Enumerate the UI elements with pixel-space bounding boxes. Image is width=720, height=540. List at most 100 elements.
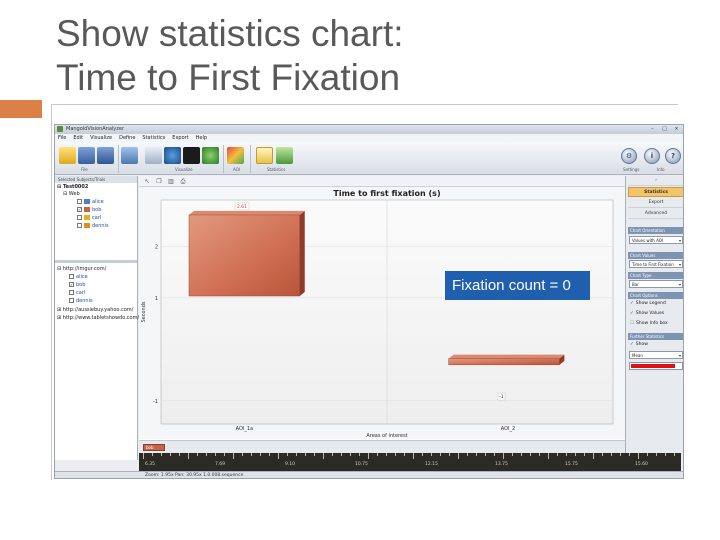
tree-url1-bob[interactable]: ✓ bob (69, 282, 85, 288)
area-chart-icon[interactable] (276, 147, 293, 164)
tab-export[interactable]: Export (628, 198, 683, 208)
timeline-tick (530, 453, 531, 456)
open-folder-icon[interactable] (59, 147, 76, 164)
x-axis-label: Areas of interest (366, 433, 407, 439)
ribbon-group-info: Info (657, 167, 665, 172)
tree-group[interactable]: ⊟ Web (63, 191, 80, 197)
timeline-tick (512, 453, 513, 456)
tab-statistics[interactable]: Statistics (628, 187, 683, 197)
checkbox[interactable] (77, 223, 82, 228)
color-swatch (84, 223, 90, 228)
checkbox[interactable] (69, 290, 74, 295)
info-icon[interactable]: i (644, 148, 660, 164)
timeline-tick (278, 453, 279, 459)
timeline-tick (404, 453, 405, 456)
close-button[interactable]: × (672, 126, 681, 132)
type-select[interactable]: Bar (629, 280, 683, 288)
tree-item-dennis[interactable]: dennis (77, 223, 109, 229)
timeline-tick (638, 453, 639, 459)
show-legend-option[interactable]: ✓ Show Legend (630, 301, 666, 307)
columns-icon[interactable]: ▥ (167, 178, 175, 185)
minimize-button[interactable]: – (648, 126, 657, 132)
chart-title: Time to first fixation (s) (333, 189, 440, 198)
menu-define[interactable]: Define (119, 134, 135, 142)
checkmark-icon[interactable]: ✓ (630, 342, 634, 347)
menu-file[interactable]: File (58, 134, 66, 142)
grid-icon[interactable] (145, 147, 162, 164)
slide-title: Show statistics chart: Time to First Fix… (56, 12, 656, 100)
legend-item-bob[interactable]: bob (143, 444, 165, 451)
menu-export[interactable]: Export (172, 134, 188, 142)
tab-collapse[interactable]: › (628, 176, 683, 186)
checkbox[interactable] (69, 298, 74, 303)
checkbox-empty-icon[interactable]: ☐ (630, 321, 634, 326)
tree-url-1[interactable]: ⊟ http://imgur.com/ (57, 266, 106, 272)
tree-item-alice[interactable]: alice (77, 199, 104, 205)
help-icon[interactable]: ? (665, 148, 681, 164)
timeline-ruler[interactable]: 6.35 7.69 9.10 10.75 12.15 13.75 15.75 15.60 (139, 453, 681, 471)
save-icon[interactable] (78, 147, 95, 164)
bar-top (448, 354, 565, 359)
timeline-tick (152, 453, 153, 456)
timeline-tick (539, 453, 540, 456)
checkbox-checked[interactable]: ✓ (77, 207, 82, 212)
aoi-icon[interactable] (227, 147, 244, 164)
settings-gear-icon[interactable]: ⚙ (621, 148, 637, 164)
timeline-label: 15.75 (565, 462, 578, 467)
chart-area: ↖ ❐ ▥ ⎙ Time to first fixation (s) 2 1 -1 Ar… (139, 176, 625, 440)
timeline-tick (395, 453, 396, 456)
checkbox[interactable] (69, 274, 74, 279)
orientation-select[interactable]: Values with AOI (629, 236, 683, 244)
show-values-option[interactable]: ✓ Show Values (630, 311, 664, 317)
tree-url1-dennis[interactable]: dennis (69, 298, 93, 304)
checkbox-checked[interactable]: ✓ (69, 282, 74, 287)
tree-item-carl[interactable]: carl (77, 215, 101, 221)
checkmark-icon[interactable]: ✓ (630, 301, 634, 306)
tree-item-bob[interactable]: ✓ bob (77, 207, 101, 213)
values-select[interactable]: Time to First Fixation (629, 260, 683, 268)
screen-icon[interactable] (121, 147, 138, 164)
timeline-tick (368, 453, 369, 459)
timeline-label: 10.75 (355, 462, 368, 467)
tab-advanced[interactable]: Advanced (628, 209, 683, 219)
checkbox[interactable] (77, 215, 82, 220)
timeline-tick (647, 453, 648, 456)
print-icon[interactable]: ⎙ (179, 178, 187, 185)
focus-map-icon[interactable] (164, 147, 181, 164)
statistics-chart-icon[interactable] (256, 147, 273, 164)
menu-help[interactable]: Help (196, 134, 207, 142)
show-info-box-option[interactable]: ☐ Show Info box (630, 321, 668, 327)
app-logo-icon (57, 126, 63, 132)
timeline-tick (575, 453, 576, 456)
panel-splitter[interactable] (55, 260, 137, 263)
timeline-tick (179, 453, 180, 456)
type-header: Chart Type (628, 272, 683, 279)
timeline-tick (494, 453, 495, 456)
ribbon-separator (250, 145, 251, 173)
copy-icon[interactable]: ❐ (155, 178, 163, 185)
tree-url-3[interactable]: ⊞ http://www.tabletshowdo.com/ (57, 315, 139, 321)
timeline-tick (332, 453, 333, 456)
tree-url-2[interactable]: ⊞ http://aussiebuy.yahoo.com/ (57, 307, 133, 313)
menu-visualize[interactable]: Visualize (90, 134, 112, 142)
save-as-icon[interactable] (97, 147, 114, 164)
timeline-tick (314, 453, 315, 456)
menu-edit[interactable]: Edit (73, 134, 83, 142)
heatmap-icon[interactable] (183, 147, 200, 164)
checkmark-icon[interactable]: ✓ (630, 311, 634, 316)
tree-url1-alice[interactable]: alice (69, 274, 88, 280)
gaze-plot-icon[interactable] (202, 147, 219, 164)
color-swatch (84, 215, 90, 220)
menu-statistics[interactable]: Statistics (142, 134, 165, 142)
maximize-button[interactable]: □ (660, 126, 669, 132)
pointer-icon[interactable]: ↖ (143, 178, 151, 185)
tree-url1-carl[interactable]: carl (69, 290, 85, 296)
window-controls: – □ × (648, 126, 681, 132)
timeline-tick (251, 453, 252, 456)
show-further-option[interactable]: ✓ Show (630, 342, 648, 348)
checkbox[interactable] (77, 199, 82, 204)
series-color-picker[interactable] (629, 362, 683, 370)
further-statistic-select[interactable]: Mean (629, 351, 683, 359)
timeline-tick (458, 453, 459, 459)
tree-subject[interactable]: ⊟ Test0002 (57, 184, 88, 190)
